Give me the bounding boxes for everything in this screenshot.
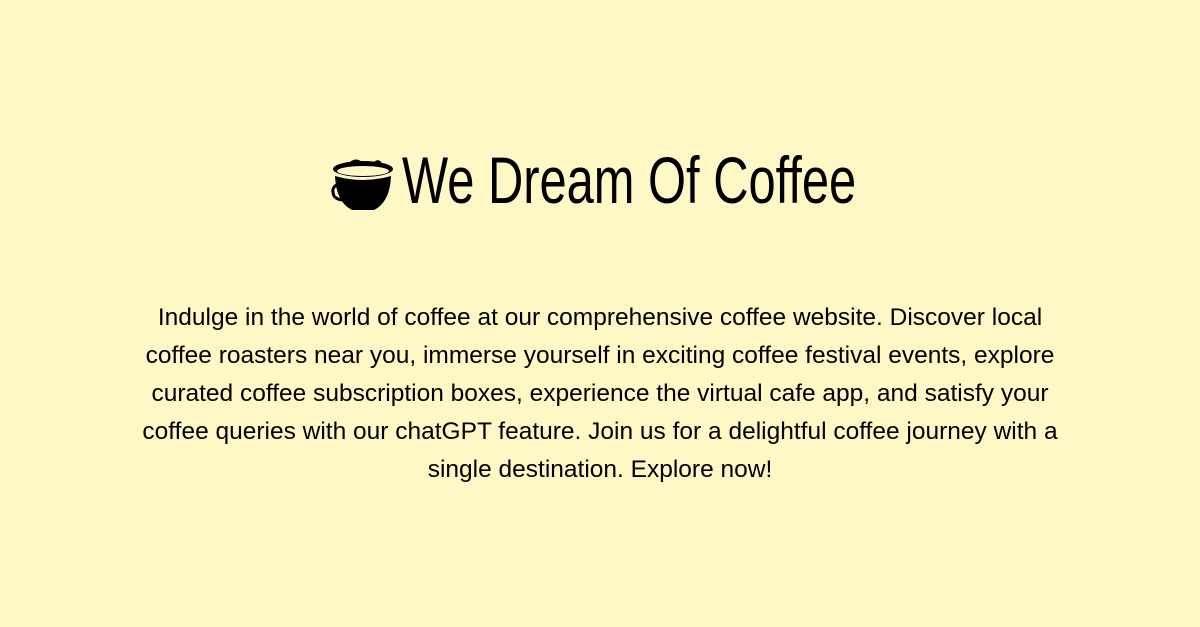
description-line: curated coffee subscription boxes, exper…: [151, 380, 1049, 407]
description-line: Indulge in the world of coffee at our co…: [157, 304, 1043, 331]
coffee-cup-icon: [331, 159, 393, 210]
description-line: coffee roasters near you, immerse yourse…: [145, 342, 1055, 369]
header: We Dream Of Coffee: [0, 140, 1200, 220]
description-line: coffee queries with our chatGPT feature.…: [142, 418, 1058, 445]
site-title: We Dream Of Coffee: [402, 143, 857, 217]
description-line: single destination. Explore now!: [427, 456, 773, 483]
site-description: Indulge in the world of coffee at our co…: [0, 299, 1200, 489]
